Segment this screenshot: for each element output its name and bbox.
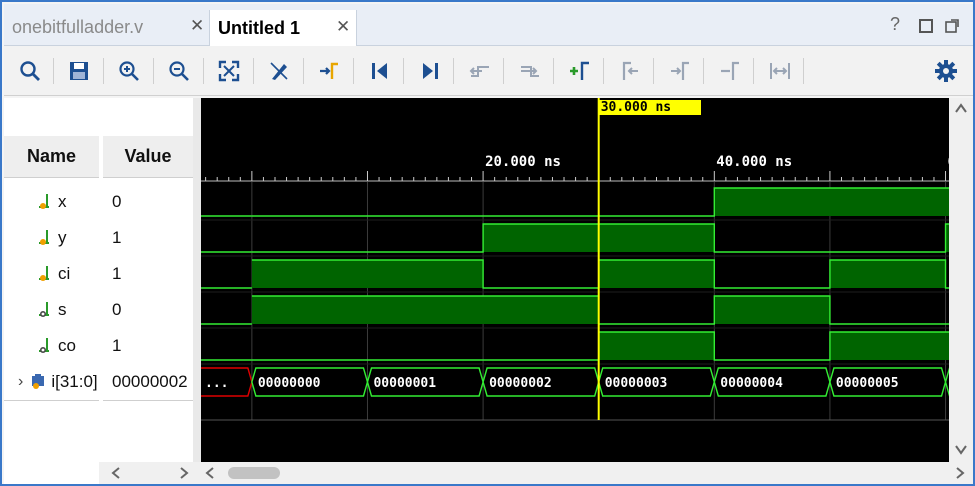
swap-cursors-icon[interactable] <box>718 59 742 83</box>
signal-row-ci[interactable]: ci <box>38 256 70 292</box>
wave-high-s <box>714 296 830 324</box>
bus-segment-label: 00000004 <box>720 376 783 391</box>
snap-icon[interactable] <box>768 59 792 83</box>
save-icon[interactable] <box>67 59 91 83</box>
restore-icon[interactable] <box>918 18 934 34</box>
float-icon[interactable] <box>944 18 960 34</box>
wave-high-ci <box>251 260 484 288</box>
scroll-left-icon[interactable] <box>204 466 216 480</box>
cursor-to-zero-icon[interactable] <box>267 59 291 83</box>
cursor-time-label[interactable]: 30.000 ns <box>598 100 701 115</box>
waveform-canvas: 20.000 ns40.000 ns60.000 ns...0000000000… <box>201 98 949 421</box>
signal-value: 1 <box>112 336 122 355</box>
signal-name: y <box>58 228 67 247</box>
signal-name: i[31:0] <box>51 372 98 391</box>
signal-value: 1 <box>112 264 122 283</box>
bus-unknown-label: ... <box>205 376 228 391</box>
pane-splitter[interactable] <box>193 98 201 462</box>
close-icon[interactable]: ✕ <box>336 17 350 37</box>
bus-icon <box>32 374 45 389</box>
scroll-down-icon[interactable] <box>954 444 968 456</box>
wave-high-s <box>251 296 599 324</box>
zoom-in-icon[interactable] <box>117 59 141 83</box>
scroll-thumb[interactable] <box>228 467 280 479</box>
help-icon[interactable]: ? <box>890 14 906 34</box>
signal-row-i[interactable]: › i[31:0] <box>18 364 99 400</box>
scroll-left-icon[interactable] <box>110 466 122 480</box>
bus-segment-label: 00000003 <box>605 376 668 391</box>
horizontal-scrollbar[interactable] <box>4 462 973 484</box>
tab-label: onebitfulladder.v <box>12 16 144 37</box>
signal-row-y[interactable]: y <box>38 220 67 256</box>
time-tick-label: 40.000 ns <box>716 154 792 170</box>
toolbar <box>4 46 973 96</box>
scroll-right-icon[interactable] <box>954 466 966 480</box>
expand-chevron-icon[interactable]: › <box>18 373 23 391</box>
input-port-icon <box>39 230 49 245</box>
output-port-icon <box>39 338 49 353</box>
go-to-start-icon[interactable] <box>368 59 392 83</box>
input-port-icon <box>39 266 49 281</box>
scroll-up-icon[interactable] <box>954 102 968 114</box>
output-port-icon <box>39 302 49 317</box>
value-pane: Value 0 1 1 0 1 00000002 <box>103 98 193 462</box>
settings-gear-icon[interactable] <box>934 59 958 83</box>
waveform-area[interactable]: 20.000 ns40.000 ns60.000 ns...0000000000… <box>201 98 949 462</box>
wave-high-ci <box>829 260 946 288</box>
bus-segment-label: 00000005 <box>836 376 899 391</box>
previous-transition-icon[interactable] <box>468 59 492 83</box>
signal-value: 0 <box>112 300 122 319</box>
bus-segment-label: 00000001 <box>373 376 436 391</box>
add-marker-icon[interactable] <box>568 59 592 83</box>
signal-name: s <box>58 300 67 319</box>
next-transition-icon[interactable] <box>518 59 542 83</box>
vertical-scrollbar[interactable] <box>949 98 973 462</box>
signal-name: x <box>58 192 67 211</box>
tab-onebitfulladder[interactable]: onebitfulladder.v ✕ <box>4 10 209 44</box>
signal-row-x[interactable]: x <box>38 184 67 220</box>
tab-label: Untitled 1 <box>218 17 301 38</box>
tab-untitled-1[interactable]: Untitled 1 ✕ <box>209 10 357 46</box>
signal-value: 00000002 <box>112 372 188 391</box>
signal-value: 0 <box>112 192 122 211</box>
zoom-out-icon[interactable] <box>167 59 191 83</box>
tab-bar: onebitfulladder.v ✕ Untitled 1 ✕ ? <box>4 4 973 46</box>
signal-value: 1 <box>112 228 122 247</box>
previous-marker-icon[interactable] <box>618 59 642 83</box>
value-column-header[interactable]: Value <box>103 136 193 178</box>
signal-row-s[interactable]: s <box>38 292 67 328</box>
zoom-search-icon[interactable] <box>18 59 42 83</box>
name-column-header[interactable]: Name <box>4 136 99 178</box>
go-to-cursor-icon[interactable] <box>317 59 341 83</box>
time-tick-label: 20.000 ns <box>485 154 561 170</box>
close-icon[interactable]: ✕ <box>190 16 204 36</box>
input-port-icon <box>39 194 49 209</box>
signal-name: ci <box>58 264 71 283</box>
signal-name: co <box>58 336 76 355</box>
name-pane: Name x y ci s co › i[31:0] <box>4 98 99 462</box>
wave-high-x <box>714 188 949 216</box>
go-to-end-icon[interactable] <box>418 59 442 83</box>
wave-high-co <box>829 332 949 360</box>
waveform-window: onebitfulladder.v ✕ Untitled 1 ✕ ? Name … <box>0 0 975 486</box>
scroll-right-icon[interactable] <box>178 466 190 480</box>
zoom-fit-icon[interactable] <box>217 59 241 83</box>
wave-high-co <box>598 332 715 360</box>
bus-segment-label: 00000002 <box>489 376 552 391</box>
next-marker-icon[interactable] <box>668 59 692 83</box>
signal-row-co[interactable]: co <box>38 328 76 364</box>
bus-segment-label: 00000000 <box>258 376 321 391</box>
wave-high-ci <box>598 260 715 288</box>
